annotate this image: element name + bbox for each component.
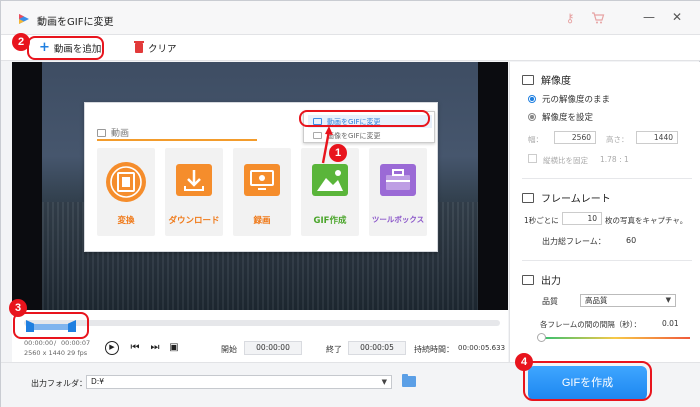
tile-convert-label: 変換	[117, 216, 135, 226]
title-bar: 動画をGIFに変更 ⚷ — ✕	[1, 1, 700, 35]
end-time-field[interactable]: 00:00:05	[348, 341, 406, 355]
radio-keep-resolution[interactable]: 元の解像度のまま	[528, 93, 610, 105]
toolbox-icon	[380, 164, 416, 196]
chevron-down-icon: ▼	[665, 296, 671, 304]
divider	[522, 178, 692, 179]
framerate-title: フレームレート	[522, 190, 611, 205]
width-input[interactable]: 2560	[554, 131, 596, 144]
settings-panel: 解像度 元の解像度のまま 解像度を設定 幅： 2560 高さ： 1440 縦横比…	[509, 62, 700, 362]
output-folder-label: 出力フォルダ：	[31, 379, 87, 388]
height-label: 高さ：	[606, 135, 629, 144]
film-icon	[106, 162, 146, 202]
image-icon	[312, 164, 348, 196]
per-second-label: 1秒ごとに	[524, 216, 559, 225]
height-input[interactable]: 1440	[636, 131, 678, 144]
window-title: 動画をGIFに変更	[37, 17, 114, 28]
tile-download[interactable]: ダウンロード	[165, 148, 223, 236]
quality-label: 品質	[542, 297, 558, 306]
frames-per-second-input[interactable]: 10	[562, 212, 602, 225]
duration-value: 00:00:05.633	[458, 344, 506, 352]
keep-resolution-label: 元の解像度のまま	[542, 95, 611, 105]
output-title-label: 出力	[541, 276, 561, 287]
callout-ring-create	[523, 361, 652, 401]
chevron-down-icon: ▼	[381, 378, 387, 386]
divider	[522, 260, 692, 261]
menu-header: 動画	[97, 126, 129, 139]
clear-label: クリア	[148, 44, 177, 55]
interval-slider-knob[interactable]	[537, 333, 546, 342]
film-strip-icon	[522, 192, 534, 203]
output-folder-value: D:¥	[91, 377, 105, 386]
output-title: 出力	[522, 272, 561, 287]
total-frames-label: 出力総フレーム：	[542, 237, 606, 246]
folder-icon[interactable]	[402, 374, 416, 387]
radio-set-resolution[interactable]: 解像度を設定	[528, 111, 593, 123]
callout-badge-4: 4	[515, 353, 533, 371]
quality-select[interactable]: 高品質 ▼	[580, 294, 676, 307]
snapshot-icon[interactable]: ▣	[167, 341, 181, 355]
callout-ring-add	[27, 36, 104, 60]
aspect-lock-label: 縦横比を固定	[543, 156, 588, 165]
video-icon	[97, 128, 106, 137]
total-frames-value: 60	[626, 236, 637, 245]
frame-interval-label: 各フレームの間の間隔（秒）：	[540, 320, 642, 329]
video-fps: 29 fps	[67, 349, 88, 357]
time-current: 00:00:00	[24, 339, 54, 347]
download-icon	[176, 164, 212, 196]
start-label: 開始	[221, 345, 237, 354]
tile-convert[interactable]: 変換	[97, 148, 155, 236]
start-time-field[interactable]: 00:00:00	[244, 341, 302, 355]
resolution-title: 解像度	[522, 72, 571, 87]
tile-record-label: 録画	[253, 216, 271, 226]
duration-label: 持続時間：	[414, 345, 454, 354]
app-window: 動画をGIFに変更 ⚷ — ✕ + 動画を追加 クリア 動画 変換 ダウンロード…	[0, 0, 700, 407]
play-icon[interactable]: ▶	[105, 341, 119, 355]
minimize-icon[interactable]: —	[641, 9, 657, 25]
next-frame-icon[interactable]: ⏭	[148, 341, 162, 355]
frame-interval-value: 0.01	[662, 319, 679, 328]
tile-gif-maker-label: GIF作成	[313, 216, 347, 226]
cart-icon[interactable]	[591, 11, 605, 25]
quality-value: 高品質	[585, 296, 608, 305]
close-icon[interactable]: ✕	[669, 9, 685, 25]
output-image-icon	[522, 274, 534, 285]
capture-suffix-label: 枚の写真をキャプチャ。	[605, 216, 688, 225]
width-label: 幅：	[528, 135, 543, 144]
set-resolution-label: 解像度を設定	[542, 113, 594, 123]
video-resolution: 2560 x 1440	[24, 349, 66, 357]
key-icon[interactable]: ⚷	[563, 11, 577, 25]
callout-badge-3: 3	[9, 299, 27, 317]
radio-icon	[528, 113, 536, 121]
callout-ring-timeline	[13, 312, 89, 339]
interval-slider-track[interactable]	[540, 337, 690, 339]
tile-download-label: ダウンロード	[168, 216, 220, 226]
tile-toolbox[interactable]: ツールボックス	[369, 148, 427, 236]
app-logo-icon	[19, 14, 29, 24]
radio-selected-icon	[528, 95, 536, 103]
clear-button[interactable]: クリア	[134, 41, 177, 55]
resize-icon	[522, 74, 534, 85]
trash-icon	[134, 41, 144, 53]
aspect-lock-checkbox[interactable]	[528, 154, 537, 163]
monitor-icon	[244, 164, 280, 196]
menu-header-underline	[97, 139, 257, 141]
output-folder-select[interactable]: D:¥ ▼	[86, 375, 392, 389]
time-separator: /	[54, 339, 57, 347]
tile-toolbox-label: ツールボックス	[371, 215, 425, 224]
menu-header-label: 動画	[111, 129, 130, 139]
timeline-track[interactable]	[24, 320, 500, 326]
time-total: 00:00:07	[61, 339, 91, 347]
framerate-title-label: フレームレート	[541, 194, 611, 205]
end-label: 終了	[326, 345, 342, 354]
callout-badge-2: 2	[12, 33, 30, 51]
toolbar: + 動画を追加 クリア	[1, 35, 700, 61]
aspect-ratio-value: 1.78 : 1	[600, 155, 629, 164]
callout-badge-1: 1	[329, 144, 347, 162]
tile-record[interactable]: 録画	[233, 148, 291, 236]
resolution-title-label: 解像度	[541, 76, 571, 87]
prev-frame-icon[interactable]: ⏮	[128, 341, 142, 355]
